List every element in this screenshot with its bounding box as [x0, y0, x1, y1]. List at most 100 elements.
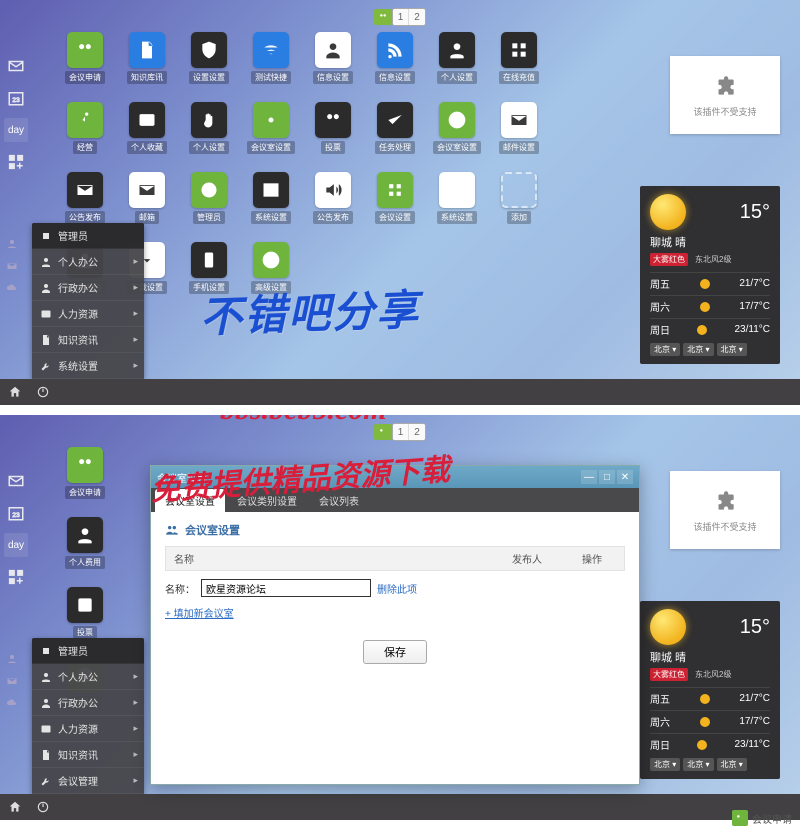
- app-shortcut[interactable]: 设置设置: [182, 32, 236, 96]
- apps-icon[interactable]: [4, 150, 28, 174]
- mini-cloud-icon[interactable]: [3, 694, 21, 712]
- app-shortcut[interactable]: 个人设置: [430, 32, 484, 96]
- mini-cloud-icon[interactable]: [3, 279, 21, 297]
- day-badge[interactable]: day: [4, 118, 28, 142]
- power-icon[interactable]: [34, 383, 52, 401]
- city-select[interactable]: 北京 ▾: [717, 758, 747, 771]
- app-shortcut[interactable]: 会议设置: [368, 172, 422, 236]
- plugin-unsupported-box: 该插件不受支持: [670, 56, 780, 134]
- app-label: 会议设置: [375, 211, 415, 224]
- day-badge[interactable]: day: [4, 533, 28, 557]
- calendar-icon[interactable]: 23: [4, 501, 28, 525]
- app-label: 会议申请: [65, 71, 105, 84]
- taskbar: [0, 379, 800, 405]
- menu-item[interactable]: 行政办公▸: [32, 690, 144, 716]
- mini-mail-icon[interactable]: [3, 672, 21, 690]
- mini-user-icon[interactable]: [3, 235, 21, 253]
- menu-item[interactable]: 个人办公▸: [32, 249, 144, 275]
- home-icon[interactable]: [6, 798, 24, 816]
- city-select[interactable]: 北京 ▾: [683, 343, 713, 356]
- weather-widget: 15° 聊城 晴 大雾红色 东北风2级 周五21/7°C周六17/7°C周日23…: [640, 601, 780, 779]
- app-shortcut[interactable]: 任务处理: [368, 102, 422, 166]
- menu-item[interactable]: 知识资讯▸: [32, 742, 144, 768]
- home-icon[interactable]: [6, 383, 24, 401]
- card-icon: [129, 102, 165, 138]
- city-select[interactable]: 北京 ▾: [717, 343, 747, 356]
- tab-category-settings[interactable]: 会议类别设置: [227, 489, 307, 512]
- panel-title: 会议室设置: [165, 522, 625, 538]
- close-button[interactable]: ✕: [617, 470, 633, 484]
- app-label: 公告发布: [313, 211, 353, 224]
- app-shortcut[interactable]: 个人设置: [182, 102, 236, 166]
- save-button[interactable]: 保存: [363, 640, 427, 664]
- pager-page[interactable]: 2: [409, 424, 425, 440]
- menu-item[interactable]: 个人办公▸: [32, 664, 144, 690]
- app-shortcut[interactable]: 会议申请: [58, 32, 112, 96]
- app-shortcut[interactable]: 手机设置: [182, 242, 236, 306]
- footer-app-icon[interactable]: [732, 810, 748, 826]
- app-shortcut[interactable]: 邮件设置: [492, 102, 546, 166]
- add-room-link[interactable]: + 填加新会议室: [165, 605, 234, 620]
- mail-icon[interactable]: [4, 469, 28, 493]
- room-name-input[interactable]: [201, 579, 371, 597]
- city-select[interactable]: 北京 ▾: [650, 343, 680, 356]
- app-shortcut[interactable]: 管理员: [182, 172, 236, 236]
- app-shortcut[interactable]: 添加: [492, 172, 546, 236]
- app-shortcut[interactable]: 信息设置: [306, 32, 360, 96]
- mail-icon[interactable]: [4, 54, 28, 78]
- weather-temp: 15°: [740, 616, 770, 639]
- app-label: 手机设置: [189, 281, 229, 294]
- weather-widget: 15° 聊城 晴 大雾红色 东北风2级 周五21/7°C周六17/7°C周日23…: [640, 186, 780, 364]
- app-shortcut[interactable]: 会议室设置: [430, 102, 484, 166]
- tab-meeting-list[interactable]: 会议列表: [309, 489, 369, 512]
- app-shortcut[interactable]: 个人收藏: [120, 102, 174, 166]
- menu-item[interactable]: 会议管理▸: [32, 768, 144, 794]
- app-shortcut[interactable]: 个人费用: [58, 517, 112, 581]
- app-shortcut[interactable]: 公告发布: [306, 172, 360, 236]
- city-select[interactable]: 北京 ▾: [650, 758, 680, 771]
- weather-city-selects[interactable]: 北京 ▾北京 ▾北京 ▾: [650, 758, 770, 771]
- weather-alert-badge: 大雾红色: [650, 668, 688, 681]
- doc-icon: [129, 32, 165, 68]
- dialog-titlebar[interactable]: 会议室设置 — □ ✕: [151, 466, 639, 488]
- menu-item[interactable]: 知识资讯▸: [32, 327, 144, 353]
- app-shortcut[interactable]: 知识库讯: [120, 32, 174, 96]
- pager-page[interactable]: 1: [393, 424, 409, 440]
- app-shortcut[interactable]: 高级设置: [244, 242, 298, 306]
- mini-mail-icon[interactable]: [3, 257, 21, 275]
- menu-item[interactable]: 系统设置▸: [32, 353, 144, 379]
- app-shortcut[interactable]: 信息设置: [368, 32, 422, 96]
- top-pager: 1 2: [374, 8, 426, 26]
- power-icon[interactable]: [34, 798, 52, 816]
- maximize-button[interactable]: □: [599, 470, 615, 484]
- city-select[interactable]: 北京 ▾: [683, 758, 713, 771]
- mini-user-icon[interactable]: [3, 650, 21, 668]
- app-shortcut[interactable]: 会议申请: [58, 447, 112, 511]
- menu-item[interactable]: 人力资源▸: [32, 301, 144, 327]
- app-shortcut[interactable]: 投票: [306, 102, 360, 166]
- pager-page[interactable]: 1: [393, 9, 409, 25]
- menu-item[interactable]: 人力资源▸: [32, 716, 144, 742]
- watermark-url: bbs.bcb5.com: [220, 415, 387, 427]
- tab-room-settings[interactable]: 会议室设置: [155, 489, 225, 512]
- hand-icon: [191, 102, 227, 138]
- desktop-pager[interactable]: 1 2: [392, 8, 426, 26]
- calendar-icon[interactable]: 23: [4, 86, 28, 110]
- plugin-unsupported-box: 该插件不受支持: [670, 471, 780, 549]
- app-label: 个人设置: [189, 141, 229, 154]
- app-shortcut[interactable]: 系统设置: [244, 172, 298, 236]
- minimize-button[interactable]: —: [581, 470, 597, 484]
- menu-item[interactable]: 管理员: [32, 638, 144, 664]
- menu-item[interactable]: 管理员: [32, 223, 144, 249]
- app-shortcut[interactable]: 经营: [58, 102, 112, 166]
- pager-page[interactable]: 2: [409, 9, 425, 25]
- apps-icon[interactable]: [4, 565, 28, 589]
- app-shortcut[interactable]: 会议室设置: [244, 102, 298, 166]
- delete-link[interactable]: 删除此项: [377, 581, 417, 596]
- desktop-pager[interactable]: 1 2: [392, 423, 426, 441]
- menu-item[interactable]: 行政办公▸: [32, 275, 144, 301]
- app-shortcut[interactable]: 系统设置: [430, 172, 484, 236]
- weather-city-selects[interactable]: 北京 ▾北京 ▾北京 ▾: [650, 343, 770, 356]
- app-shortcut[interactable]: 测试快捷: [244, 32, 298, 96]
- app-shortcut[interactable]: 在线充值: [492, 32, 546, 96]
